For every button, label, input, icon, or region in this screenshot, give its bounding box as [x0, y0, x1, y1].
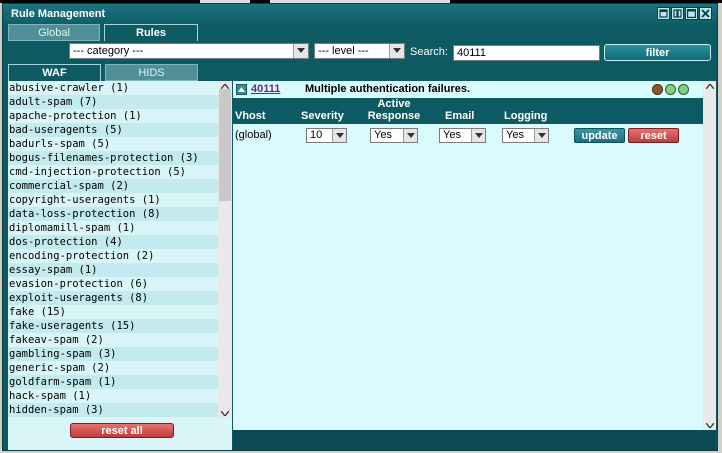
header-email: Email	[445, 110, 475, 122]
category-select-value: --- category ---	[73, 45, 144, 57]
category-list-item[interactable]: apache-protection (1)	[8, 109, 218, 123]
detail-footer	[233, 430, 716, 450]
category-list-scrollbar[interactable]	[218, 81, 232, 418]
edit-rule-icon[interactable]	[652, 84, 663, 95]
category-list-item[interactable]: abusive-crawler (1)	[8, 81, 218, 95]
category-list: abusive-crawler (1) adult-spam (7) apache-…	[8, 81, 218, 418]
category-list-item[interactable]: commercial-spam (2)	[8, 179, 218, 193]
chevron-down-icon[interactable]	[403, 129, 417, 142]
header-active-response-line2: Response	[367, 110, 421, 122]
header-logging: Logging	[504, 110, 548, 122]
tab-waf[interactable]: WAF	[8, 64, 101, 81]
update-button[interactable]: update	[574, 128, 625, 143]
category-list-item[interactable]: generic-spam (2)	[8, 361, 218, 375]
rule-description: Multiple authentication failures.	[305, 83, 471, 95]
category-list-item[interactable]: exploit-useragents (8)	[8, 291, 218, 305]
category-list-item[interactable]: goldfarm-spam (1)	[8, 375, 218, 389]
reset-all-button[interactable]: reset all	[70, 423, 174, 438]
rule-management-window: Rule Management Global Rules --- categor…	[2, 3, 718, 451]
category-list-item[interactable]: hidden-spam (3)	[8, 403, 218, 417]
level-select-value: --- level ---	[318, 45, 369, 57]
category-list-item[interactable]: encoding-protection (2)	[8, 249, 218, 263]
level-select[interactable]: --- level ---	[314, 43, 405, 59]
severity-select-value: 10	[310, 129, 323, 141]
chevron-down-icon[interactable]	[534, 129, 548, 142]
rule-detail-pane: 40111 Multiple authentication failures. …	[233, 81, 716, 430]
tab-global[interactable]: Global	[8, 24, 100, 41]
category-list-item[interactable]: fake (15)	[8, 305, 218, 319]
close-icon[interactable]	[699, 7, 712, 20]
category-list-item[interactable]: fakeav-spam (2)	[8, 333, 218, 347]
header-active-response-line1: Active	[377, 98, 411, 110]
vhost-cell: (global)	[235, 129, 272, 141]
info-rule-icon[interactable]	[678, 84, 689, 95]
logging-select[interactable]: Yes	[502, 128, 549, 143]
filter-bar: --- category --- --- level --- Search: 4…	[8, 41, 716, 61]
disable-rule-icon[interactable]	[665, 84, 676, 95]
scroll-down-icon[interactable]	[218, 408, 232, 418]
tile-icon[interactable]	[671, 7, 684, 20]
filter-button[interactable]: filter	[604, 44, 711, 61]
window-title: Rule Management	[11, 8, 106, 20]
category-list-item[interactable]: dos-protection (4)	[8, 235, 218, 249]
category-list-item[interactable]: bad-useragents (5)	[8, 123, 218, 137]
category-list-item[interactable]: hack-spam (1)	[8, 389, 218, 403]
scroll-up-icon[interactable]	[703, 81, 716, 91]
header-severity: Severity	[301, 110, 344, 122]
severity-select[interactable]: 10	[306, 128, 347, 143]
category-list-item[interactable]: fake-useragents (15)	[8, 319, 218, 333]
chevron-down-icon[interactable]	[332, 129, 346, 142]
search-input[interactable]: 40111	[453, 45, 600, 61]
rule-id-link[interactable]: 40111	[251, 83, 280, 95]
chevron-down-icon[interactable]	[389, 44, 404, 58]
active-response-select[interactable]: Yes	[370, 128, 418, 143]
category-list-item[interactable]: badurls-spam (5)	[8, 137, 218, 151]
scroll-down-icon[interactable]	[703, 420, 716, 430]
category-list-item[interactable]: gambling-spam (3)	[8, 347, 218, 361]
active-response-select-value: Yes	[374, 129, 392, 141]
category-list-item[interactable]: diplomamill-spam (1)	[8, 221, 218, 235]
window-titlebar[interactable]: Rule Management	[3, 4, 717, 24]
category-list-item[interactable]: adult-spam (7)	[8, 95, 218, 109]
category-list-item[interactable]: cmd-injection-protection (5)	[8, 165, 218, 179]
category-list-item[interactable]: data-loss-protection (8)	[8, 207, 218, 221]
tab-rules[interactable]: Rules	[104, 24, 198, 41]
rule-header: 40111 Multiple authentication failures.	[233, 81, 703, 98]
collapse-icon[interactable]	[236, 84, 247, 95]
restore-icon[interactable]	[657, 7, 670, 20]
tab-hids[interactable]: HIDS	[105, 64, 198, 81]
email-select[interactable]: Yes	[439, 128, 486, 143]
detail-scrollbar[interactable]	[703, 81, 716, 430]
maximize-icon[interactable]	[685, 7, 698, 20]
category-list-item[interactable]: essay-spam (1)	[8, 263, 218, 277]
category-list-footer: reset all	[8, 418, 232, 450]
category-list-item[interactable]: copyright-useragents (1)	[8, 193, 218, 207]
header-vhost: Vhost	[235, 110, 266, 122]
scrollbar-thumb[interactable]	[219, 89, 231, 201]
category-list-item[interactable]: bogus-filenames-protection (3)	[8, 151, 218, 165]
header-active-response: Active Response	[367, 98, 421, 122]
search-label: Search:	[410, 46, 448, 58]
logging-select-value: Yes	[506, 129, 524, 141]
chevron-down-icon[interactable]	[293, 44, 308, 58]
category-select[interactable]: --- category ---	[69, 43, 309, 59]
category-list-item[interactable]: evasion-protection (6)	[8, 277, 218, 291]
reset-button[interactable]: reset	[628, 128, 679, 143]
email-select-value: Yes	[443, 129, 461, 141]
rule-table-header: Vhost Severity Active Response Email Log…	[233, 98, 703, 124]
chevron-down-icon[interactable]	[471, 129, 485, 142]
